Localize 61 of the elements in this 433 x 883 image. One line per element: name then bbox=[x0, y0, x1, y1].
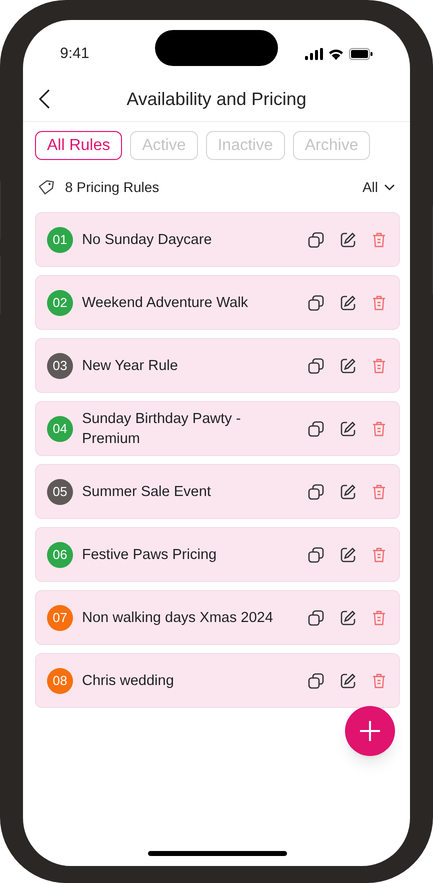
rule-count: 8 Pricing Rules bbox=[65, 178, 160, 197]
edit-icon[interactable] bbox=[340, 484, 356, 500]
rule-number-badge: 06 bbox=[47, 542, 73, 568]
rule-number-badge: 02 bbox=[47, 290, 73, 316]
rule-name: Summer Sale Event bbox=[82, 482, 212, 502]
edit-icon[interactable] bbox=[340, 358, 356, 374]
rule-card[interactable]: 07 Non walking days Xmas 2024 bbox=[35, 590, 400, 645]
trash-icon[interactable] bbox=[372, 358, 386, 374]
copy-icon[interactable] bbox=[308, 358, 324, 374]
rule-number-badge: 08 bbox=[47, 668, 73, 694]
copy-icon[interactable] bbox=[308, 294, 324, 310]
copy-icon[interactable] bbox=[308, 232, 324, 248]
status-time: 9:41 bbox=[60, 44, 90, 64]
tag-icon bbox=[38, 179, 56, 195]
trash-icon[interactable] bbox=[372, 294, 386, 310]
trash-icon[interactable] bbox=[372, 420, 386, 436]
edit-icon[interactable] bbox=[340, 546, 356, 562]
wifi-icon bbox=[328, 48, 344, 60]
rule-name: Festive Paws Pricing bbox=[82, 546, 218, 564]
copy-icon[interactable] bbox=[308, 672, 324, 688]
copy-icon[interactable] bbox=[308, 610, 324, 626]
copy-icon[interactable] bbox=[308, 420, 324, 436]
edit-icon[interactable] bbox=[340, 672, 356, 688]
rule-name: Sunday Birthday Pawty - Premium bbox=[82, 410, 242, 448]
rule-number-badge: 07 bbox=[47, 604, 73, 630]
rule-card[interactable]: 04 Sunday Birthday Pawty - Premium bbox=[35, 401, 400, 456]
battery-icon bbox=[349, 48, 373, 60]
rule-name: Non walking days Xmas 2024 bbox=[82, 608, 274, 628]
rule-card[interactable]: 05 Summer Sale Event bbox=[35, 464, 400, 519]
chevron-down-icon bbox=[384, 184, 395, 190]
plus-icon bbox=[360, 721, 380, 741]
rule-number-badge: 01 bbox=[47, 226, 73, 252]
rule-number-badge: 05 bbox=[47, 478, 73, 504]
trash-icon[interactable] bbox=[372, 610, 386, 626]
signal-icon bbox=[305, 48, 323, 60]
trash-icon[interactable] bbox=[372, 672, 386, 688]
copy-icon[interactable] bbox=[308, 546, 324, 562]
rule-number-badge: 03 bbox=[47, 352, 73, 378]
trash-icon[interactable] bbox=[372, 232, 386, 248]
add-button[interactable] bbox=[345, 706, 395, 756]
back-icon bbox=[38, 89, 50, 109]
edit-icon[interactable] bbox=[340, 610, 356, 626]
trash-icon[interactable] bbox=[372, 484, 386, 500]
rule-card[interactable]: 01 No Sunday Daycare bbox=[35, 212, 400, 267]
edit-icon[interactable] bbox=[340, 420, 356, 436]
edit-icon[interactable] bbox=[340, 232, 356, 248]
rule-number-badge: 04 bbox=[47, 416, 73, 442]
rule-card[interactable]: 08 Chris wedding bbox=[35, 653, 400, 708]
edit-icon[interactable] bbox=[340, 294, 356, 310]
rule-name: New Year Rule bbox=[82, 356, 179, 376]
trash-icon[interactable] bbox=[372, 546, 386, 562]
rule-name: Chris wedding bbox=[82, 672, 175, 690]
page-title: Availability and Pricing bbox=[126, 88, 306, 111]
rule-card[interactable]: 03 New Year Rule bbox=[35, 338, 400, 393]
rule-name: No Sunday Daycare bbox=[82, 230, 213, 250]
rule-card[interactable]: 06 Festive Paws Pricing bbox=[35, 527, 400, 582]
rule-name: Weekend Adventure Walk bbox=[82, 294, 250, 312]
copy-icon[interactable] bbox=[308, 484, 324, 500]
filter-dropdown[interactable]: All bbox=[362, 176, 395, 198]
filter-tab[interactable]: All Rules bbox=[35, 131, 122, 160]
rule-card[interactable]: 02 Weekend Adventure Walk bbox=[35, 275, 400, 330]
